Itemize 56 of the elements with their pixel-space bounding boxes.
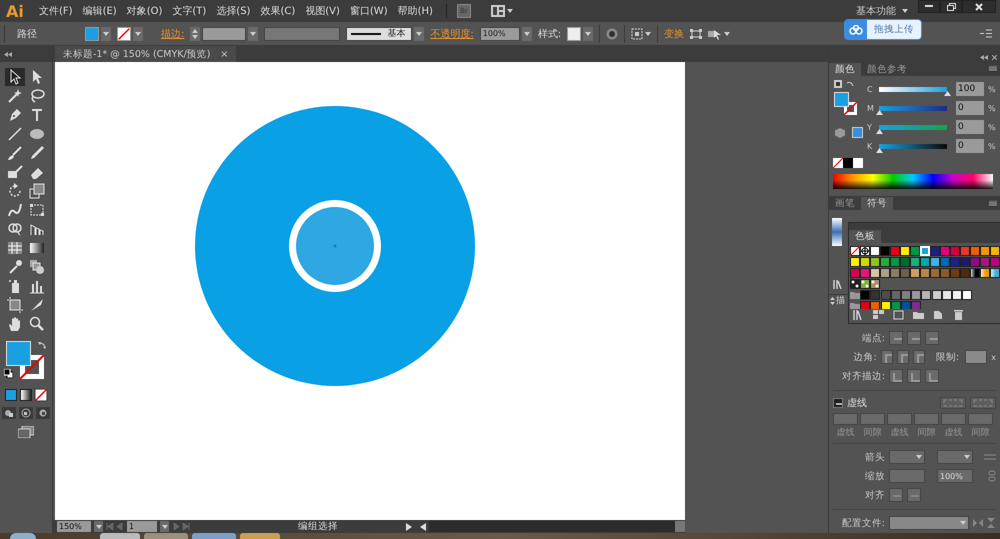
menu-item[interactable]: 窗口(W) (344, 4, 393, 18)
dash-label: 虚线 (890, 426, 910, 439)
upload-button[interactable]: 拖拽上传 (867, 20, 921, 39)
opacity-field[interactable]: 100% (480, 26, 520, 40)
limit-label: 限制: (934, 350, 960, 364)
arrow-align-label: 对齐 (864, 488, 885, 502)
value-field[interactable]: 0 (956, 139, 984, 154)
close-tab-button[interactable]: × (220, 48, 228, 60)
menu-item[interactable]: 文字(T) (167, 4, 212, 18)
arrowhead-label: 箭头 (864, 450, 885, 464)
unit-label: % (988, 122, 996, 132)
channel-label: C (867, 84, 874, 94)
panel-tab[interactable]: 颜色 (829, 62, 861, 76)
unit-label: % (988, 84, 996, 94)
menu-item[interactable]: 选择(S) (211, 4, 256, 18)
value-field[interactable]: 0 (956, 101, 984, 116)
style-label: 样式: (538, 28, 562, 40)
channel-label: Y (867, 122, 873, 132)
dash-label: 虚线 (836, 426, 856, 439)
menu-item[interactable]: 对象(O) (122, 4, 168, 18)
dash-label: 间隙 (916, 426, 936, 439)
cap-label: 端点: (860, 332, 885, 345)
menu-item[interactable]: 文件(F) (34, 4, 78, 18)
unit-label: % (988, 142, 996, 151)
object-type-label: 路径 (17, 28, 38, 40)
channel-label: M (867, 104, 875, 113)
menu-item[interactable]: 编辑(E) (78, 4, 122, 18)
document-tab[interactable]: 未标题-1* @ 150% (CMYK/预览) × (55, 46, 236, 62)
profile-label: 配置文件: (840, 516, 885, 530)
unit-label: % (988, 104, 996, 113)
dash-label: 间隙 (862, 426, 882, 439)
brush-field[interactable]: 基本 (346, 26, 412, 40)
panel-tab[interactable]: 符号 (861, 197, 893, 210)
menu-item[interactable]: 视图(V) (300, 4, 345, 18)
scale-label: 缩放 (864, 470, 885, 483)
end-scale-field[interactable]: 100% (937, 469, 973, 484)
dashed-line-label: 虚线 (847, 396, 867, 410)
align-stroke-label: 对齐描边: (840, 370, 885, 383)
panel-tab[interactable]: 颜色参考 (861, 62, 913, 76)
panel-tab[interactable]: 描 (836, 294, 845, 308)
menu-item[interactable]: 帮助(H) (392, 4, 438, 18)
panel-tab[interactable]: 画笔 (829, 197, 861, 210)
unit-label: x (991, 352, 996, 362)
current-tool-label: 编组选择 (297, 520, 339, 533)
value-field[interactable]: 0 (956, 120, 984, 134)
channel-label: K (867, 142, 874, 151)
corner-label: 边角: (852, 350, 877, 364)
artboard-field[interactable]: 1 (127, 521, 157, 532)
workspace-switcher[interactable]: 基本功能 (856, 4, 896, 18)
value-field[interactable]: 100 (956, 82, 984, 96)
dash-label: 虚线 (944, 426, 964, 439)
zoom-field[interactable]: 150% (57, 521, 91, 532)
menu-item[interactable]: 效果(C) (255, 4, 300, 18)
app-logo: Ai (6, 2, 25, 20)
panel-tab[interactable]: 色板 (849, 230, 881, 243)
dash-label: 间隙 (970, 426, 990, 439)
